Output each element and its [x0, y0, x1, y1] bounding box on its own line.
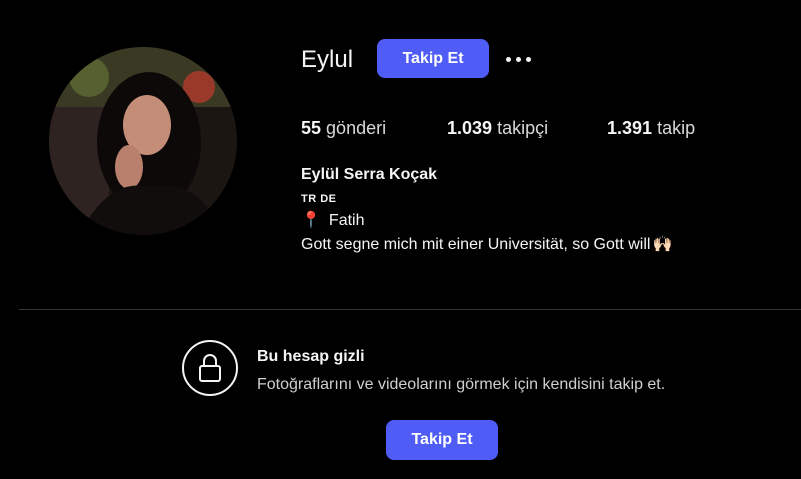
- followers-stat[interactable]: 1.039 takipçi: [447, 118, 548, 139]
- followers-count: 1.039: [447, 118, 493, 138]
- more-dot: [526, 57, 531, 62]
- profile-username: Eylul: [301, 46, 354, 73]
- profile-avatar: [49, 47, 237, 235]
- private-account-description: Fotoğraflarını ve videolarını görmek içi…: [257, 376, 666, 393]
- following-label: takip: [657, 118, 696, 138]
- more-options-icon[interactable]: [503, 46, 535, 72]
- lock-icon: [182, 340, 238, 396]
- raised-hands-icon: 🙌🏻: [652, 236, 673, 253]
- following-stat[interactable]: 1.391 takip: [607, 118, 695, 139]
- avatar-photo: [49, 47, 237, 235]
- location-pin-icon: 📍: [301, 212, 321, 229]
- posts-stat: 55 gönderi: [301, 118, 386, 139]
- profile-flags: TR DE: [301, 193, 337, 205]
- more-dot: [516, 57, 521, 62]
- follow-button[interactable]: Takip Et: [377, 39, 489, 78]
- followers-label: takipçi: [497, 118, 549, 138]
- following-count: 1.391: [607, 118, 653, 138]
- section-divider: [19, 309, 801, 310]
- profile-bio: Gott segne mich mit einer Universität, s…: [301, 234, 672, 254]
- posts-label: gönderi: [326, 118, 387, 138]
- posts-count: 55: [301, 118, 322, 138]
- profile-full-name: Eylül Serra Koçak: [301, 166, 438, 183]
- more-dot: [506, 57, 511, 62]
- private-account-title: Bu hesap gizli: [257, 348, 365, 365]
- profile-location: 📍 Fatih: [301, 210, 365, 230]
- location-text: Fatih: [328, 212, 365, 229]
- follow-button-bottom[interactable]: Takip Et: [386, 420, 498, 460]
- bio-text: Gott segne mich mit einer Universität, s…: [301, 236, 651, 253]
